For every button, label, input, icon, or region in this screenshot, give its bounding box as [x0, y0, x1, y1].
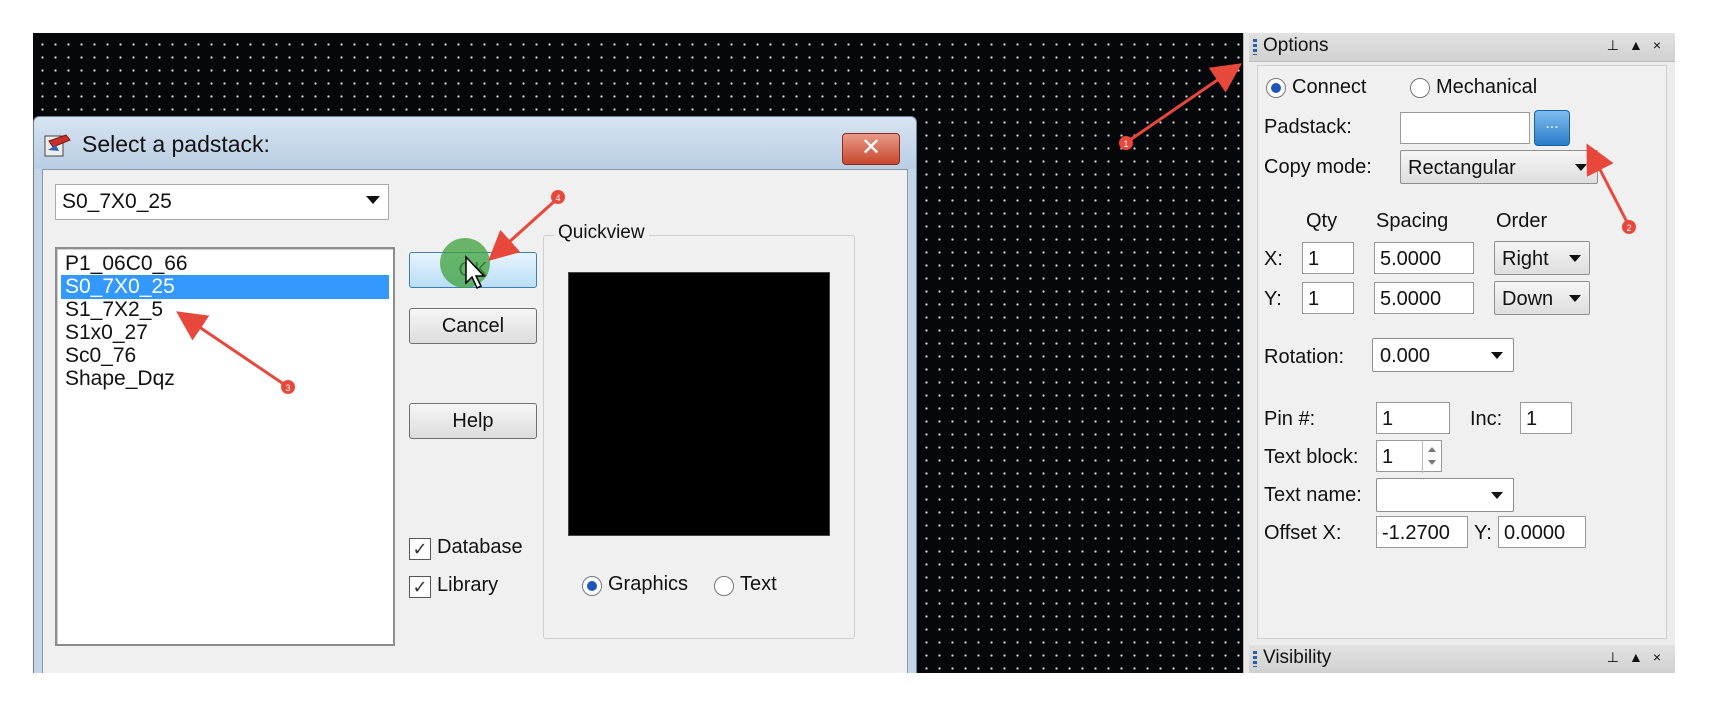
order-header: Order	[1496, 210, 1548, 232]
padstack-combo[interactable]: S0_7X0_25	[55, 184, 389, 220]
collapse-icon[interactable]: ▲	[1629, 37, 1653, 53]
inc-field[interactable]: 1	[1520, 402, 1572, 434]
x-label: X:	[1264, 248, 1283, 270]
mouse-cursor-icon	[465, 255, 486, 290]
dialog-title: Select a padstack:	[82, 131, 270, 157]
options-title: Options	[1263, 35, 1329, 56]
mechanical-label: Mechanical	[1436, 76, 1538, 98]
y-order-dropdown[interactable]: Down	[1494, 281, 1590, 315]
x-order-dropdown[interactable]: Right	[1494, 241, 1590, 275]
pin-field[interactable]: 1	[1376, 402, 1450, 434]
y-order-value: Down	[1502, 288, 1554, 310]
text-block-value: 1	[1382, 446, 1394, 468]
offset-x-label: Offset X:	[1264, 522, 1342, 544]
copy-mode-dropdown[interactable]: Rectangular	[1400, 150, 1598, 184]
pin-label: Pin #:	[1264, 408, 1316, 430]
graphics-label: Graphics	[608, 573, 689, 595]
padstack-field[interactable]	[1400, 112, 1530, 144]
quickview-preview	[568, 272, 830, 536]
pin-icon[interactable]: ⊥	[1607, 649, 1629, 665]
application-window: Select a padstack: ✕ S0_7X0_25 P1_06C0_6…	[33, 33, 1675, 673]
select-padstack-dialog: Select a padstack: ✕ S0_7X0_25 P1_06C0_6…	[33, 116, 917, 673]
mechanical-radio[interactable]	[1410, 78, 1430, 98]
collapse-icon[interactable]: ▲	[1629, 649, 1653, 665]
close-icon: ✕	[860, 134, 882, 161]
y-spacing-field[interactable]: 5.0000	[1374, 282, 1474, 314]
visibility-panel-header[interactable]: Visibility ⊥▲×	[1249, 645, 1675, 673]
library-label: Library	[437, 574, 499, 596]
connect-radio[interactable]	[1266, 78, 1286, 98]
y-qty-field[interactable]: 1	[1302, 282, 1354, 314]
panel-controls[interactable]: ⊥▲×	[1607, 649, 1671, 666]
text-name-combo[interactable]	[1376, 478, 1514, 512]
options-body: Connect Mechanical Padstack: ... Copy mo…	[1257, 65, 1667, 639]
chevron-down-icon	[1491, 492, 1503, 499]
grip-icon	[1253, 39, 1257, 55]
offset-y-label: Y:	[1474, 522, 1492, 544]
options-panel-header[interactable]: Options ⊥▲×	[1249, 33, 1675, 62]
close-icon[interactable]: ×	[1653, 649, 1671, 665]
list-item[interactable]: Sc0_76	[61, 344, 389, 368]
text-radio[interactable]	[714, 576, 734, 596]
text-name-label: Text name:	[1264, 484, 1362, 506]
rotation-combo[interactable]: 0.000	[1372, 338, 1514, 372]
chevron-down-icon[interactable]	[366, 196, 380, 204]
chevron-down-icon	[1569, 255, 1581, 262]
x-order-value: Right	[1502, 248, 1549, 270]
database-checkbox[interactable]: ✓	[409, 538, 431, 560]
rotation-value: 0.000	[1380, 345, 1431, 367]
dialog-titlebar[interactable]: Select a padstack: ✕	[34, 117, 916, 169]
padstack-label: Padstack:	[1264, 116, 1352, 138]
padstack-app-icon	[44, 134, 71, 157]
chevron-down-icon	[1491, 352, 1503, 359]
text-block-label: Text block:	[1264, 446, 1359, 468]
library-checkbox[interactable]: ✓	[409, 576, 431, 598]
spacing-header: Spacing	[1376, 210, 1449, 232]
quickview-title: Quickview	[554, 222, 649, 244]
list-item[interactable]: Shape_Dqz	[61, 367, 389, 391]
stepper-arrows-icon[interactable]	[1422, 441, 1441, 473]
offset-y-field[interactable]: 0.0000	[1498, 516, 1586, 548]
padstack-combo-value: S0_7X0_25	[62, 190, 172, 213]
quickview-group: Quickview Graphics Text	[543, 222, 855, 639]
inc-label: Inc:	[1470, 408, 1503, 430]
panel-controls[interactable]: ⊥▲×	[1607, 37, 1671, 54]
help-button[interactable]: Help	[409, 403, 537, 439]
connect-label: Connect	[1292, 76, 1367, 98]
chevron-down-icon	[1569, 295, 1581, 302]
list-item[interactable]: P1_06C0_66	[61, 252, 389, 276]
database-label: Database	[437, 536, 523, 558]
close-icon[interactable]: ×	[1653, 37, 1671, 53]
y-label: Y:	[1264, 288, 1282, 310]
qty-header: Qty	[1306, 210, 1338, 232]
rotation-label: Rotation:	[1264, 346, 1345, 368]
options-panel: Options ⊥▲× Connect Mechanical Padstack:…	[1249, 33, 1675, 673]
grip-icon	[1253, 651, 1257, 667]
browse-button[interactable]: ...	[1534, 110, 1570, 146]
x-qty-field[interactable]: 1	[1302, 242, 1354, 274]
pin-icon[interactable]: ⊥	[1607, 37, 1629, 53]
chevron-down-icon	[1575, 164, 1587, 171]
padstack-listbox[interactable]: P1_06C0_66 S0_7X0_25 S1_7X2_5 S1x0_27 Sc…	[55, 247, 395, 646]
graphics-radio[interactable]	[582, 576, 602, 596]
copy-mode-value: Rectangular	[1408, 157, 1516, 179]
x-spacing-field[interactable]: 5.0000	[1374, 242, 1474, 274]
offset-x-field[interactable]: -1.2700	[1376, 516, 1468, 548]
text-block-stepper[interactable]: 1	[1376, 440, 1442, 473]
visibility-title: Visibility	[1263, 647, 1332, 668]
cancel-button[interactable]: Cancel	[409, 308, 537, 344]
text-label: Text	[740, 573, 777, 595]
list-item[interactable]: S1x0_27	[61, 321, 389, 345]
list-item-selected[interactable]: S0_7X0_25	[61, 275, 389, 299]
copy-mode-label: Copy mode:	[1264, 156, 1372, 178]
close-button[interactable]: ✕	[842, 133, 900, 165]
list-item[interactable]: S1_7X2_5	[61, 298, 389, 322]
